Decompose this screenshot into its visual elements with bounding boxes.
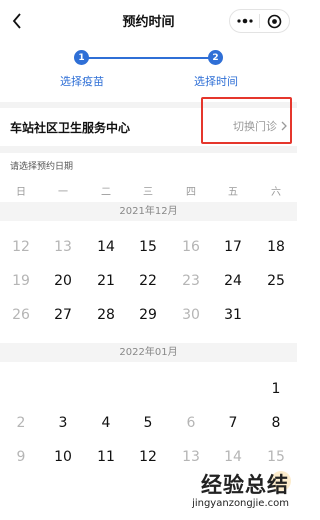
calendar-day[interactable]: 3 [42, 412, 84, 434]
step-indicator: 1 2 选择疫苗 选择时间 [0, 44, 297, 102]
weekday-fri: 五 [228, 187, 238, 198]
calendar-day[interactable]: 18 [255, 236, 297, 258]
calendar-day[interactable]: 12 [127, 446, 169, 468]
more-button[interactable] [230, 10, 259, 32]
calendar-day[interactable]: 10 [42, 446, 84, 468]
calendar-day[interactable]: 21 [85, 270, 127, 292]
calendar-day[interactable]: 24 [212, 270, 254, 292]
calendar-day: 26 [12, 307, 30, 323]
weekday-mon: 一 [58, 187, 68, 198]
calendar-day: 9 [16, 449, 26, 465]
step-2-label: 选择时间 [194, 75, 238, 88]
calendar-day[interactable]: 22 [127, 270, 169, 292]
calendar-day[interactable]: 7 [212, 412, 254, 434]
close-miniprogram-button[interactable] [260, 10, 289, 32]
calendar-day: 16 [182, 239, 200, 255]
calendar-day[interactable]: 5 [127, 412, 169, 434]
calendar-day: 14 [224, 449, 242, 465]
calendar-day[interactable]: 31 [212, 304, 254, 326]
calendar-day: 6 [186, 415, 196, 431]
step-2-dot: 2 [208, 50, 223, 65]
weekday-header: 日 一 二 三 四 五 六 [0, 183, 297, 199]
calendar-day: 13 [182, 449, 200, 465]
calendar-day[interactable]: 27 [42, 304, 84, 326]
weekday-tue: 二 [101, 187, 111, 198]
calendar-day [255, 304, 297, 326]
weekday-thu: 四 [186, 187, 196, 198]
section-divider [0, 146, 297, 153]
calendar-day: 23 [182, 273, 200, 289]
calendar-day: 2 [16, 415, 26, 431]
clinic-row: 车站社区卫生服务中心 切换门诊 [0, 108, 297, 146]
site-watermark: 经验总结 jingyanzongjie.com [167, 469, 291, 517]
weekday-wed: 三 [143, 187, 153, 198]
calendar-day: 30 [182, 307, 200, 323]
calendar-day[interactable]: 11 [85, 446, 127, 468]
calendar-day[interactable]: 28 [85, 304, 127, 326]
watermark-badge-icon [271, 471, 291, 491]
calendar-day: 15 [267, 449, 285, 465]
mini-program-capsule [229, 9, 290, 33]
calendar-day[interactable]: 20 [42, 270, 84, 292]
weekday-sun: 日 [16, 187, 26, 198]
watermark-title: 经验总结 [201, 473, 289, 497]
calendar-day[interactable]: 1 [255, 378, 297, 400]
clinic-name: 车站社区卫生服务中心 [10, 121, 131, 135]
target-circle-icon [267, 14, 282, 28]
step-connector [88, 57, 210, 59]
month-header: 2022年01月 [0, 343, 297, 362]
calendar-day[interactable]: 29 [127, 304, 169, 326]
calendar-day[interactable]: 15 [127, 236, 169, 258]
nav-bar: 预约时间 [0, 0, 297, 44]
calendar-day[interactable]: 25 [255, 270, 297, 292]
calendar-day[interactable]: 8 [255, 412, 297, 434]
watermark-url: jingyanzongjie.com [192, 498, 289, 509]
month-header: 2021年12月 [0, 202, 297, 221]
more-dots-icon [236, 18, 253, 24]
switch-clinic-label: 切换门诊 [233, 120, 277, 133]
step-1-dot: 1 [74, 50, 89, 65]
date-hint: 请选择预约日期 [10, 162, 74, 172]
step-1-label: 选择疫苗 [60, 75, 104, 88]
chevron-right-icon [281, 121, 287, 131]
calendar-day[interactable]: 17 [212, 236, 254, 258]
calendar-day: 19 [12, 273, 30, 289]
calendar-day[interactable]: 4 [85, 412, 127, 434]
calendar-day[interactable]: 14 [85, 236, 127, 258]
weekday-sat: 六 [271, 187, 281, 198]
calendar-day: 13 [54, 239, 72, 255]
switch-clinic-button[interactable]: 切换门诊 [233, 118, 287, 134]
calendar-day: 12 [12, 239, 30, 255]
